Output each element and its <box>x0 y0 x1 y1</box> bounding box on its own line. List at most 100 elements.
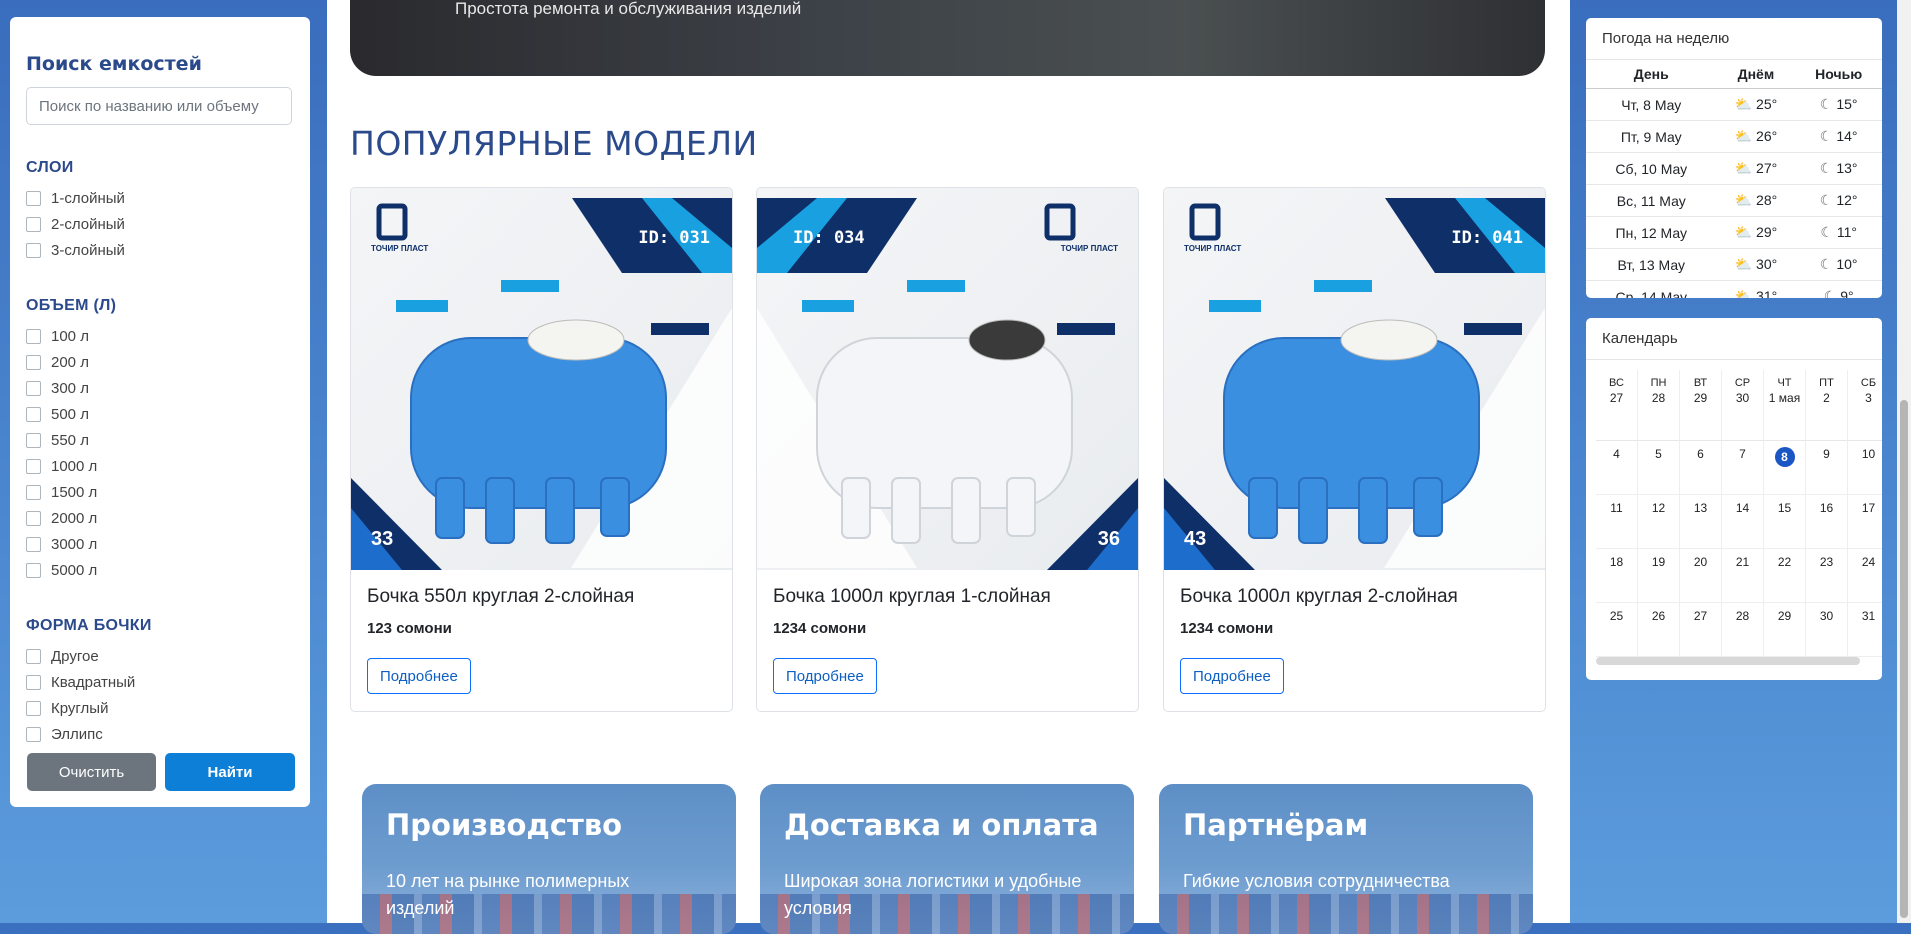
calendar-day-cell[interactable]: 22 <box>1764 549 1806 603</box>
checkbox[interactable] <box>26 726 41 742</box>
calendar-day-cell[interactable]: 23 <box>1806 549 1848 603</box>
volume-option[interactable]: 500 л <box>26 401 294 427</box>
calendar-weekday-cell[interactable]: ПН 28 <box>1638 370 1680 441</box>
checkbox[interactable] <box>26 536 41 552</box>
volume-option[interactable]: 100 л <box>26 323 294 349</box>
find-button[interactable]: Найти <box>165 753 295 791</box>
layers-option[interactable]: 1-слойный <box>26 185 294 211</box>
calendar-day-cell[interactable]: 15 <box>1764 495 1806 549</box>
calendar-day-cell[interactable]: 31 <box>1848 603 1882 657</box>
moon-cloud-icon: ☾ <box>1820 224 1833 240</box>
checkbox[interactable] <box>26 510 41 526</box>
weather-day: Ср, 14 Мау <box>1586 280 1717 298</box>
checkbox[interactable] <box>26 190 41 206</box>
weather-night-cell: ☾ 15° <box>1795 88 1882 121</box>
layers-option[interactable]: 2-слойный <box>26 211 294 237</box>
product-image: ID: 041 43 ТОЧИР ПЛАСТ <box>1164 188 1545 570</box>
details-button[interactable]: Подробнее <box>773 658 877 694</box>
info-card[interactable]: Доставка и оплата Широкая зона логистики… <box>760 784 1134 934</box>
checkbox[interactable] <box>26 700 41 716</box>
checkbox[interactable] <box>26 648 41 664</box>
layers-options: 1-слойный 2-слойный 3-слойный <box>26 185 294 263</box>
volume-option[interactable]: 1000 л <box>26 453 294 479</box>
product-title[interactable]: Бочка 550л круглая 2-слойная <box>367 586 634 608</box>
moon-cloud-icon: ☾ <box>1819 256 1833 272</box>
checkbox[interactable] <box>26 432 41 448</box>
calendar-weekday-cell[interactable]: ПТ 2 <box>1806 370 1848 441</box>
checkbox[interactable] <box>26 458 41 474</box>
calendar-day-cell[interactable]: 11 <box>1596 495 1638 549</box>
checkbox[interactable] <box>26 484 41 500</box>
weather-table: День Днём Ночью Чт, 8 Мау ⛅ 25° ☾ 15° Пт, … <box>1586 60 1882 298</box>
checkbox[interactable] <box>26 380 41 396</box>
product-number: 33 <box>371 528 394 550</box>
calendar-day-cell[interactable]: 29 <box>1764 603 1806 657</box>
calendar-day-cell[interactable]: 9 <box>1806 441 1848 495</box>
calendar-day-cell[interactable]: 18 <box>1596 549 1638 603</box>
calendar-day-cell[interactable]: 19 <box>1638 549 1680 603</box>
calendar-day-cell[interactable]: 14 <box>1722 495 1764 549</box>
calendar-weekday-cell[interactable]: СР 30 <box>1722 370 1764 441</box>
calendar-scrollbar[interactable] <box>1596 657 1860 665</box>
calendar-weekday-cell[interactable]: СБ 3 <box>1848 370 1882 441</box>
calendar-day-cell[interactable]: 8 <box>1764 441 1806 495</box>
weather-night-temp: 14° <box>1836 128 1858 144</box>
calendar-day-cell[interactable]: 4 <box>1596 441 1638 495</box>
volume-option[interactable]: 1500 л <box>26 479 294 505</box>
checkbox[interactable] <box>26 328 41 344</box>
calendar-day-cell[interactable]: 12 <box>1638 495 1680 549</box>
details-button[interactable]: Подробнее <box>1180 658 1284 694</box>
info-card[interactable]: Партнёрам Гибкие условия сотрудничества <box>1159 784 1533 934</box>
calendar-day-number: 23 <box>1819 555 1834 569</box>
volume-option[interactable]: 5000 л <box>26 557 294 583</box>
calendar-day-cell[interactable]: 20 <box>1680 549 1722 603</box>
volume-option[interactable]: 3000 л <box>26 531 294 557</box>
product-title[interactable]: Бочка 1000л круглая 1-слойная <box>773 586 1051 608</box>
volume-option[interactable]: 200 л <box>26 349 294 375</box>
filter-buttons: Очистить Найти <box>27 753 295 791</box>
search-input[interactable] <box>26 87 292 125</box>
calendar-day-cell[interactable]: 25 <box>1596 603 1638 657</box>
page-scrollbar-thumb[interactable] <box>1900 400 1908 918</box>
clear-button[interactable]: Очистить <box>27 753 156 791</box>
calendar-day-cell[interactable]: 24 <box>1848 549 1882 603</box>
calendar-day-cell[interactable]: 7 <box>1722 441 1764 495</box>
calendar-day-cell[interactable]: 16 <box>1806 495 1848 549</box>
brand-logo: ТОЧИР ПЛАСТ <box>1184 244 1242 253</box>
calendar-day-cell[interactable]: 30 <box>1806 603 1848 657</box>
layers-option[interactable]: 3-слойный <box>26 237 294 263</box>
calendar-day-cell[interactable]: 26 <box>1638 603 1680 657</box>
calendar-weekday-cell[interactable]: ВТ 29 <box>1680 370 1722 441</box>
calendar-weekday-cell[interactable]: ЧТ 1 мая <box>1764 370 1806 441</box>
calendar-day-cell[interactable]: 27 <box>1680 603 1722 657</box>
checkbox[interactable] <box>26 674 41 690</box>
shape-option[interactable]: Круглый <box>26 695 294 721</box>
moon-cloud-icon: ☾ <box>1819 192 1833 208</box>
calendar-day-cell[interactable]: 17 <box>1848 495 1882 549</box>
checkbox[interactable] <box>26 242 41 258</box>
shape-option[interactable]: Квадратный <box>26 669 294 695</box>
info-card[interactable]: Производство 10 лет на рынке полимерных … <box>362 784 736 934</box>
shape-option[interactable]: Эллипс <box>26 721 294 747</box>
checkbox[interactable] <box>26 216 41 232</box>
calendar-day-cell[interactable]: 6 <box>1680 441 1722 495</box>
layers-option-label: 2-слойный <box>51 215 125 233</box>
calendar-day-cell[interactable]: 5 <box>1638 441 1680 495</box>
checkbox[interactable] <box>26 406 41 422</box>
page-scrollbar[interactable] <box>1897 0 1911 923</box>
weather-night-cell: ☾ 13° <box>1795 152 1882 185</box>
calendar-day-cell[interactable]: 28 <box>1722 603 1764 657</box>
shape-option[interactable]: Другое <box>26 643 294 669</box>
volume-option[interactable]: 300 л <box>26 375 294 401</box>
checkbox[interactable] <box>26 562 41 578</box>
product-title[interactable]: Бочка 1000л круглая 2-слойная <box>1180 586 1458 608</box>
calendar-day-cell[interactable]: 21 <box>1722 549 1764 603</box>
calendar-day-cell[interactable]: 13 <box>1680 495 1722 549</box>
weather-daytime-temp: 26° <box>1756 128 1778 144</box>
volume-option[interactable]: 2000 л <box>26 505 294 531</box>
details-button[interactable]: Подробнее <box>367 658 471 694</box>
volume-option[interactable]: 550 л <box>26 427 294 453</box>
checkbox[interactable] <box>26 354 41 370</box>
calendar-day-cell[interactable]: 10 <box>1848 441 1882 495</box>
calendar-weekday-cell[interactable]: ВС 27 <box>1596 370 1638 441</box>
